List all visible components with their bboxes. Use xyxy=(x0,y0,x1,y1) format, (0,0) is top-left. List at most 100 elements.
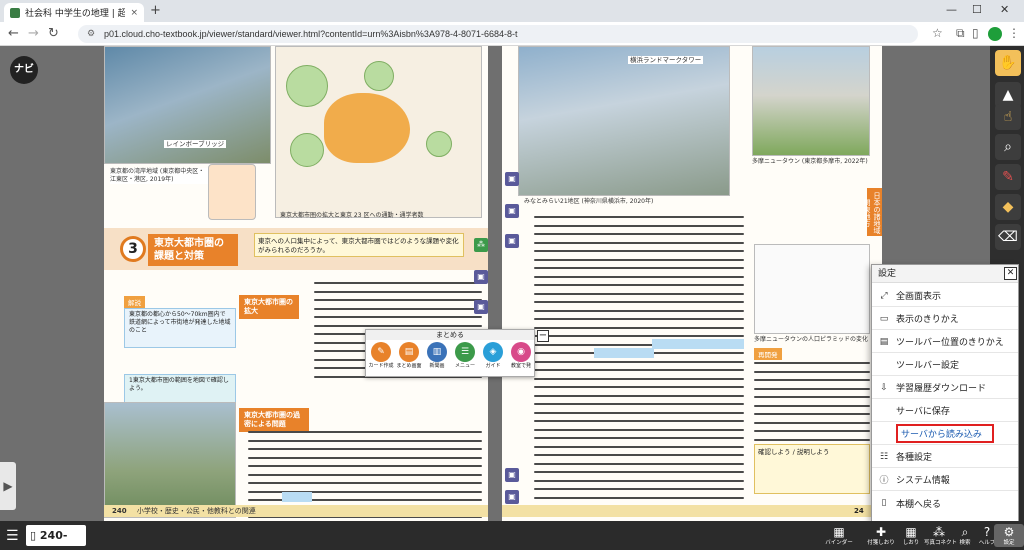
settings-button[interactable]: ⚙ 設定 xyxy=(994,524,1024,547)
matome-title: まとめる xyxy=(366,330,534,340)
back-arrow-icon[interactable]: ← xyxy=(8,26,19,41)
binder-icon: ▦ xyxy=(833,525,845,539)
subhead-metro-expansion: 東京大都市圏の拡大 xyxy=(239,295,299,319)
section-number: 3 xyxy=(120,236,146,262)
body-text-3 xyxy=(534,216,744,514)
map-tokyo-metro[interactable] xyxy=(275,46,482,218)
bay-caption: 東京都の湾岸地域 (東京都中央区・江東区・港区, 2019年) xyxy=(110,168,210,184)
sticky-note-icon: ✚ xyxy=(875,525,887,539)
preferences-icon: ☷ xyxy=(879,451,889,462)
display-icon: ▭ xyxy=(879,313,889,324)
shape-tool-icon[interactable]: ◆ xyxy=(995,194,1021,220)
navi-button[interactable]: ナビ xyxy=(10,56,38,84)
page-range-indicator[interactable]: ▯ 240-241 xyxy=(26,525,86,546)
binder-button[interactable]: ▦ バインダー xyxy=(824,524,854,547)
section-title: 東京大都市圏の課題と対策 xyxy=(148,234,238,266)
newtown-caption: 多摩ニュータウン (東京都多摩市, 2022年) xyxy=(752,158,868,165)
tool-newspaper[interactable]: ▥ 新聞画 xyxy=(424,342,450,370)
forward-arrow-icon[interactable]: → xyxy=(28,26,39,41)
info-icon: ⓘ xyxy=(879,476,889,486)
menu-item-history-download[interactable]: ⇩ 学習履歴ダウンロード xyxy=(872,377,1018,399)
left-page: レインボーブリッジ 東京都の湾岸地域 (東京都中央区・江東区・港区, 2019年… xyxy=(104,46,488,521)
side-text xyxy=(754,362,870,456)
sticky-bookmark-button[interactable]: ✚ 付箋しおり xyxy=(866,524,896,547)
window-close-button[interactable]: ✕ xyxy=(1000,3,1009,16)
guide-icon: ◈ xyxy=(483,342,503,362)
menu-item-toolbar-position[interactable]: ▤ ツールバー位置のきりかえ xyxy=(872,331,1018,353)
content-link-icon[interactable]: ▣ xyxy=(505,490,519,504)
bookmark-button[interactable]: ▦ しおり xyxy=(896,524,926,547)
tool-summary[interactable]: ▤ まとめ画面 xyxy=(396,342,422,370)
tool-card-create[interactable]: ✎ カード作成 xyxy=(368,342,394,370)
character-illustration xyxy=(208,164,256,220)
minimize-button[interactable]: — xyxy=(946,3,957,16)
map-caption: 東京大都市圏の拡大と東京 23 区への通勤・通学者数 xyxy=(280,212,424,219)
content-link-icon[interactable]: ▣ xyxy=(474,300,488,314)
settings-close-icon[interactable]: ✕ xyxy=(1004,267,1017,280)
settings-menu: 設定 ✕ ⤢ 全画面表示 ▭ 表示のきりかえ ▤ ツールバー位置のきりかえ ツールバー… xyxy=(871,264,1019,522)
prev-page-arrow-icon[interactable]: ▶ xyxy=(0,462,16,510)
browser-menu-icon[interactable]: ⋮ xyxy=(1008,26,1020,40)
menu-item-back-to-bookshelf[interactable]: ▯ 本棚へ戻る xyxy=(872,492,1018,514)
matome-panel: まとめる ✎ カード作成 ▤ まとめ画面 ▥ 新聞画 ☰ メニュー ◈ ガイド ◉ 教室で発 xyxy=(365,329,535,377)
gear-icon: ⚙ xyxy=(1003,525,1015,539)
landmark-label: 横浜ランドマークタワー xyxy=(628,56,704,64)
hamburger-menu-icon[interactable]: ☰ xyxy=(6,528,19,544)
address-input[interactable]: ⚙ p01.cloud.cho-textbook.jp/viewer/stand… xyxy=(78,25,918,43)
right-page-number: 24 xyxy=(854,507,864,515)
profile-avatar[interactable] xyxy=(988,27,1002,41)
tab-favicon-icon xyxy=(10,7,20,18)
browser-tab[interactable]: 社会科 中学生の地理 | 超教科書 × xyxy=(4,3,144,22)
content-link-icon[interactable]: ▣ xyxy=(505,468,519,482)
link-icon[interactable]: ⁂ xyxy=(474,238,488,252)
photo-new-town[interactable] xyxy=(752,46,870,156)
pointer-tool-icon[interactable]: ☝ xyxy=(995,104,1021,130)
bridge-label: レインボーブリッジ xyxy=(164,140,227,148)
pyramid-caption: 多摩ニュータウンの人口ピラミッドの変化 xyxy=(754,336,869,343)
eraser-tool-icon[interactable]: ⌫ xyxy=(995,224,1021,250)
bookmark-icon: ▦ xyxy=(905,525,917,539)
population-pyramid-chart[interactable] xyxy=(754,244,870,334)
menu-item-save-to-server[interactable]: サーバに保存 xyxy=(872,400,1018,422)
tool-classroom[interactable]: ◉ 教室で発 xyxy=(508,342,534,370)
book-icon: ▯ xyxy=(30,529,40,542)
maximize-button[interactable]: ☐ xyxy=(972,3,982,16)
card-icon: ✎ xyxy=(371,342,391,362)
subhead-overcrowding: 東京大都市圏の過密による問題 xyxy=(239,408,309,432)
fullscreen-icon: ⤢ xyxy=(880,290,888,301)
collapse-panel-button[interactable]: − xyxy=(537,330,549,342)
menu-item-fullscreen[interactable]: ⤢ 全画面表示 xyxy=(872,285,1018,307)
menu-item-toolbar-settings[interactable]: ツールバー設定 xyxy=(872,354,1018,376)
sidepanel-icon[interactable]: ▯ xyxy=(972,26,979,40)
bookshelf-icon: ▯ xyxy=(881,498,887,508)
highlight-cities xyxy=(652,339,744,349)
extensions-icon[interactable]: ⧉ xyxy=(956,26,965,41)
right-page: 横浜ランドマークタワー 多摩ニュータウン (東京都多摩市, 2022年) みなと… xyxy=(502,46,882,521)
zoom-tool-icon[interactable]: ⌕ xyxy=(995,134,1021,160)
left-page-footer: 240 小学校・歴史・公民・他教科との関連 xyxy=(104,505,488,517)
star-bookmark-icon[interactable]: ☆ xyxy=(932,26,943,40)
menu-item-load-from-server[interactable]: サーバから読み込み xyxy=(872,423,1018,445)
photo-minatomirai[interactable] xyxy=(518,46,730,196)
content-link-icon[interactable]: ▣ xyxy=(505,172,519,186)
menu-item-preferences[interactable]: ☷ 各種設定 xyxy=(872,446,1018,468)
side-note-box-2: 1東京大都市圏の範囲を地図で確認しよう。 xyxy=(124,374,236,404)
chapter-side-tab[interactable]: 日本の諸地域 関東地方 xyxy=(863,188,882,236)
content-link-icon[interactable]: ▣ xyxy=(474,270,488,284)
summary-icon: ▤ xyxy=(399,342,419,362)
tool-menu[interactable]: ☰ メニュー xyxy=(452,342,478,370)
tool-guide[interactable]: ◈ ガイド xyxy=(480,342,506,370)
content-link-icon[interactable]: ▣ xyxy=(505,234,519,248)
tab-close-icon[interactable]: × xyxy=(130,8,138,18)
photo-tsukuba[interactable] xyxy=(104,402,236,518)
pen-tool-icon[interactable]: ✎ xyxy=(995,164,1021,190)
tab-title: 社会科 中学生の地理 | 超教科書 xyxy=(25,9,126,19)
content-link-icon[interactable]: ▣ xyxy=(505,204,519,218)
menu-item-system-info[interactable]: ⓘ システム情報 xyxy=(872,469,1018,491)
right-page-footer: 24 xyxy=(502,505,882,517)
new-tab-button[interactable]: + xyxy=(150,3,161,18)
hand-tool-icon[interactable]: ✋ xyxy=(995,50,1021,76)
menu-item-display-toggle[interactable]: ▭ 表示のきりかえ xyxy=(872,308,1018,330)
site-info-icon[interactable]: ⚙ xyxy=(87,28,95,39)
reload-icon[interactable]: ↻ xyxy=(48,26,59,41)
